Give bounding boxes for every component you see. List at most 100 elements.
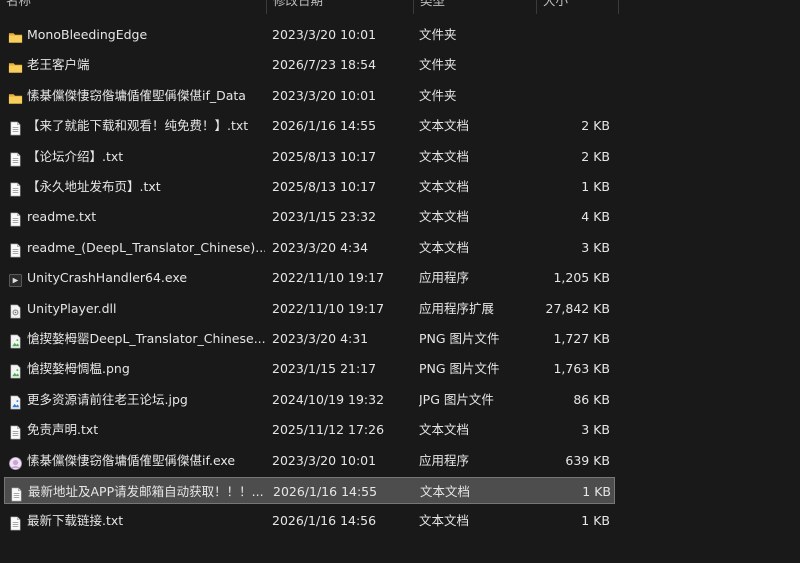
jpg-image-icon (8, 392, 23, 410)
file-icon-cell (5, 264, 27, 291)
file-type: 文本文档 (419, 422, 470, 438)
file-row[interactable]: readme_(DeepL_Translator_Chinese).... 202… (4, 234, 615, 261)
file-row[interactable]: 免责声明.txt 2025/11/12 17:26 文本文档 3 KB (4, 416, 615, 443)
file-row[interactable]: 老王客户端 2026/7/23 18:54 文件夹 (4, 51, 615, 78)
file-type: JPG 图片文件 (419, 391, 494, 407)
file-date: 2024/10/19 19:32 (272, 391, 385, 407)
file-row[interactable]: 【论坛介绍】.txt 2025/8/13 10:17 文本文档 2 KB (4, 143, 615, 170)
file-type: 文本文档 (419, 239, 470, 255)
text-file-icon (8, 149, 23, 166)
column-header: 名称 修改日期 类型 大小 (0, 0, 800, 14)
file-name: readme_(DeepL_Translator_Chinese).... (27, 239, 265, 255)
file-date: 2026/1/16 14:55 (272, 118, 377, 134)
file-icon-cell (5, 143, 27, 170)
file-size: 86 KB (573, 391, 610, 407)
file-row[interactable]: 【永久地址发布页】.txt 2025/8/13 10:17 文本文档 1 KB (4, 173, 615, 200)
file-size: 1,205 KB (553, 270, 610, 286)
file-date: 2025/8/13 10:17 (272, 148, 377, 164)
file-size: 27,842 KB (545, 300, 610, 316)
file-date: 2026/7/23 18:54 (272, 57, 377, 73)
file-icon-cell (5, 355, 27, 382)
text-file-icon (8, 422, 23, 440)
file-date: 2022/11/10 19:17 (272, 300, 385, 316)
folder-icon (8, 88, 23, 104)
dll-file-icon (8, 301, 23, 318)
file-icon-cell (5, 295, 27, 322)
folder-icon (8, 27, 23, 43)
png-image-icon (8, 331, 23, 349)
file-size: 1,763 KB (553, 361, 610, 377)
file-name: MonoBleedingEdge (27, 27, 148, 42)
text-file-icon (8, 179, 23, 197)
file-date: 2026/1/16 14:55 (273, 484, 378, 499)
column-header-name[interactable]: 名称 (0, 0, 267, 14)
file-name: 愴揳嫯栂罂DeepL_Translator_Chinese... (27, 331, 265, 346)
file-name: readme.txt (27, 209, 97, 225)
file-date: 2023/3/20 4:31 (272, 331, 369, 346)
text-file-icon (8, 118, 23, 136)
file-type: 文本文档 (419, 148, 470, 164)
file-size (536, 51, 610, 78)
file-date: 2025/11/12 17:26 (272, 422, 385, 438)
file-date: 2023/3/20 10:01 (272, 87, 377, 103)
file-type: 文件夹 (419, 27, 457, 42)
file-size: 1,727 KB (553, 331, 610, 346)
file-type: 应用程序扩展 (419, 300, 495, 316)
file-type: 文件夹 (419, 87, 457, 103)
file-date: 2022/11/10 19:17 (272, 270, 385, 286)
file-type: PNG 图片文件 (419, 331, 500, 346)
file-size: 1 KB (581, 513, 610, 529)
file-date: 2026/1/16 14:56 (272, 513, 377, 529)
file-type: 应用程序 (419, 452, 470, 468)
file-name: UnityPlayer.dll (27, 300, 117, 316)
file-row[interactable]: 【来了就能下载和观看！纯免费！】.txt 2026/1/16 14:55 文本文档 2… (4, 112, 615, 139)
file-date: 2023/3/20 10:01 (272, 27, 377, 42)
file-icon-cell (5, 325, 27, 352)
file-name: UnityCrashHandler64.exe (27, 270, 188, 286)
file-icon-cell (5, 112, 27, 139)
file-name: 愫棊儻傑悽窃偺墉偱傕堲偁傑偡if_Data (27, 87, 246, 103)
file-icon-cell (5, 173, 27, 200)
file-row[interactable]: UnityPlayer.dll 2022/11/10 19:17 应用程序扩展 27,… (4, 295, 615, 322)
file-date: 2023/3/20 10:01 (272, 452, 377, 468)
file-size: 3 KB (581, 239, 610, 255)
text-file-icon (8, 209, 23, 227)
file-row[interactable]: 愴揳嫯栂罂DeepL_Translator_Chinese... 2023/3/2… (4, 325, 615, 352)
file-name: 老王客户端 (27, 57, 90, 73)
file-row[interactable]: 更多资源请前往老王论坛.jpg 2024/10/19 19:32 JPG 图片文件 8… (4, 386, 615, 413)
file-icon-cell (5, 82, 27, 109)
file-row[interactable]: 最新下载链接.txt 2026/1/16 14:56 文本文档 1 KB (4, 507, 615, 534)
file-date: 2023/1/15 23:32 (272, 209, 377, 225)
folder-icon (8, 57, 23, 74)
file-name: 愫棊儻傑悽窃偺墉偱傕堲偁傑偡if.exe (27, 452, 236, 468)
png-image-icon (8, 361, 23, 379)
column-header-size[interactable]: 大小 (537, 0, 619, 14)
file-date: 2023/3/20 4:34 (272, 239, 369, 255)
file-row[interactable]: MonoBleedingEdge 2023/3/20 10:01 文件夹 (4, 21, 615, 48)
file-icon-cell (5, 234, 27, 261)
file-date: 2023/1/15 21:17 (272, 361, 377, 377)
file-type: 文件夹 (419, 57, 457, 73)
file-name: 【论坛介绍】.txt (27, 148, 124, 164)
file-size: 1 KB (581, 179, 610, 194)
column-header-date[interactable]: 修改日期 (267, 0, 414, 14)
file-size (536, 82, 610, 109)
file-row[interactable]: 愫棊儻傑悽窃偺墉偱傕堲偁傑偡if_Data 2023/3/20 10:01 文件夹 (4, 82, 615, 109)
file-type: 文本文档 (420, 484, 471, 499)
column-header-type[interactable]: 类型 (414, 0, 537, 14)
file-icon-cell (5, 386, 27, 413)
file-row[interactable]: 最新地址及APP请发邮箱自动获取！！！... 2026/1/16 14:55 文本文… (4, 477, 615, 504)
file-row[interactable]: UnityCrashHandler64.exe 2022/11/10 19:17 应… (4, 264, 615, 291)
file-row[interactable]: 愫棊儻傑悽窃偺墉偱傕堲偁傑偡if.exe 2023/3/20 10:01 应用程序 6… (4, 447, 615, 474)
file-icon-cell (6, 478, 28, 505)
text-file-icon (9, 484, 24, 502)
file-size: 639 KB (565, 452, 610, 468)
file-icon-cell (5, 21, 27, 48)
file-name: 最新地址及APP请发邮箱自动获取！！！... (28, 484, 264, 499)
file-name: 愴揳嫯栂惆榅.png (27, 361, 130, 377)
file-row[interactable]: 愴揳嫯栂惆榅.png 2023/1/15 21:17 PNG 图片文件 1,763 K… (4, 355, 615, 382)
file-icon-cell (5, 203, 27, 230)
file-name: 【来了就能下载和观看！纯免费！】.txt (27, 118, 249, 134)
file-type: 文本文档 (419, 209, 470, 225)
file-row[interactable]: readme.txt 2023/1/15 23:32 文本文档 4 KB (4, 203, 615, 230)
